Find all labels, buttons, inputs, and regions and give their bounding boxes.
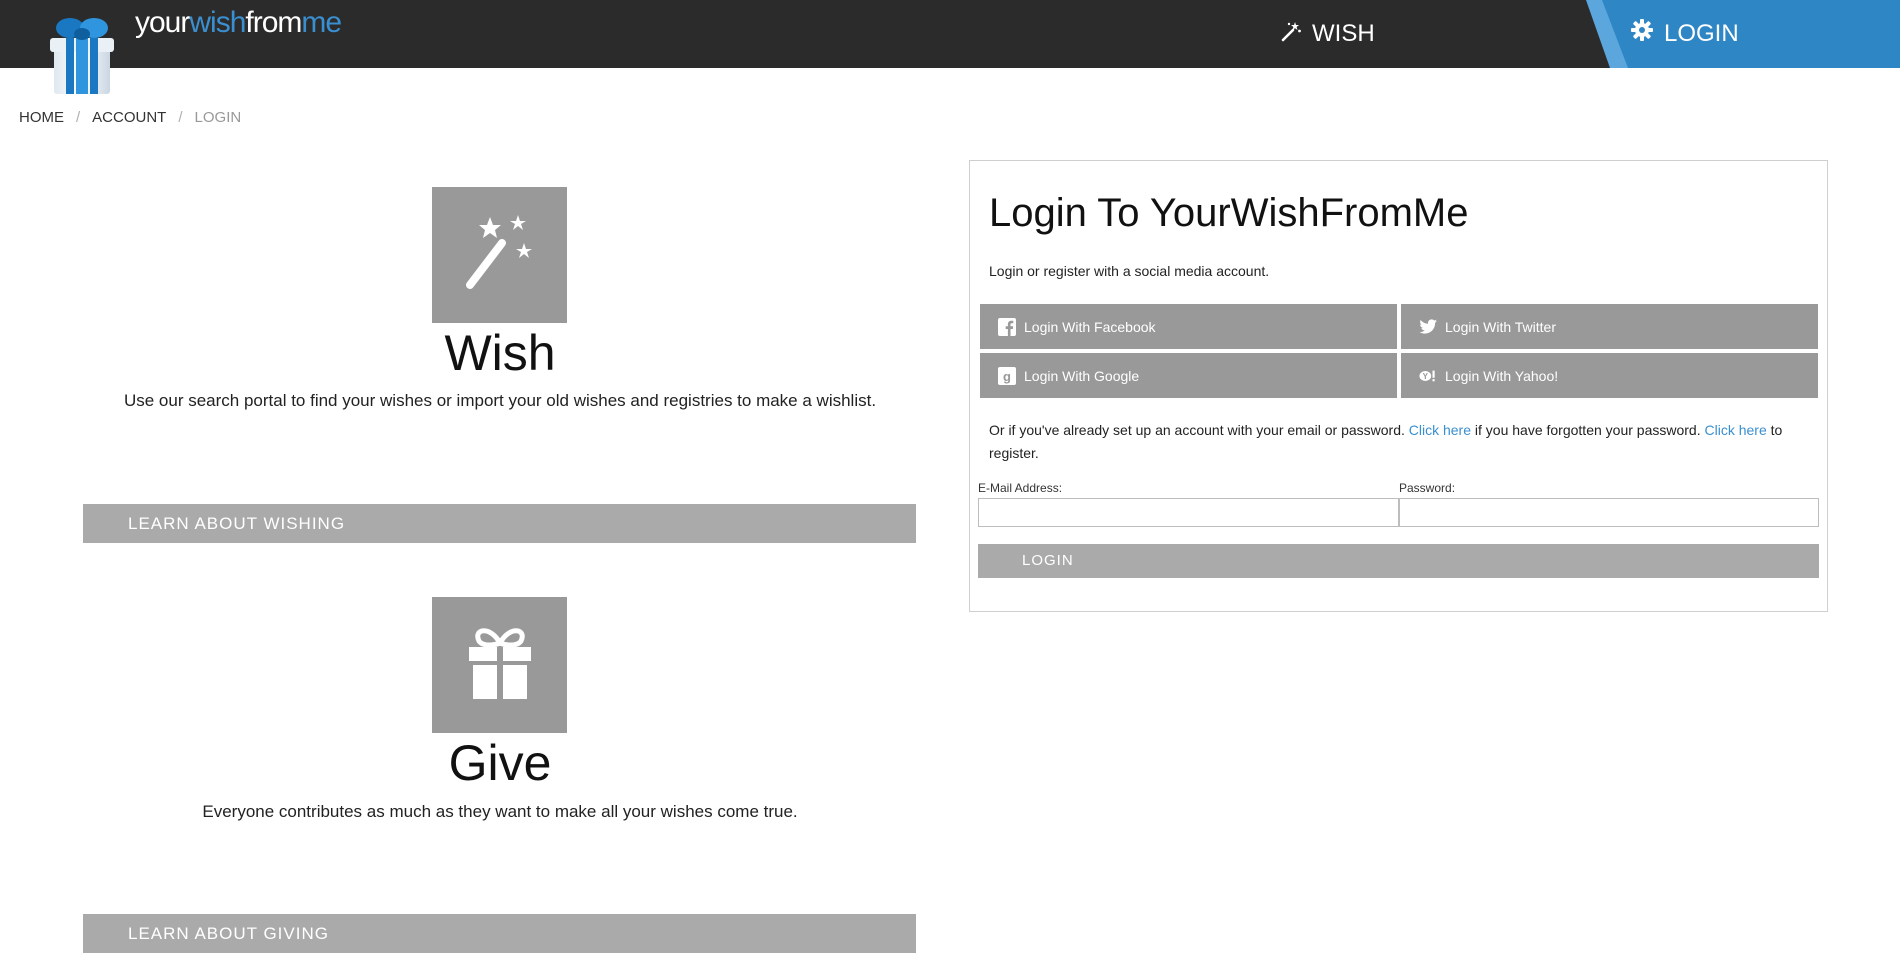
brand-part-your: your [135, 6, 190, 39]
brand-part-me: me [301, 6, 342, 39]
twitter-icon [1419, 318, 1437, 336]
login-google-button[interactable]: g Login With Google [980, 353, 1397, 398]
nav-login-link[interactable]: LOGIN [1586, 0, 1900, 68]
nav-wish-label: WISH [1312, 20, 1375, 47]
info-text-part1: Or if you've already set up an account w… [989, 422, 1409, 438]
breadcrumb-home[interactable]: HOME [19, 109, 64, 126]
login-info-text: Or if you've already set up an account w… [989, 419, 1809, 465]
wish-feature-description: Use our search portal to find your wishe… [123, 391, 877, 410]
brand-part-wish: wish [189, 6, 246, 39]
login-google-label: Login With Google [1024, 367, 1140, 384]
learn-about-wishing-button[interactable]: LEARN ABOUT WISHING [83, 504, 916, 543]
breadcrumb: HOME / ACCOUNT / LOGIN [19, 109, 241, 126]
wish-feature-icon-tile [432, 187, 567, 323]
magic-wand-icon [1280, 20, 1302, 49]
login-twitter-button[interactable]: Login With Twitter [1401, 304, 1818, 349]
breadcrumb-account[interactable]: ACCOUNT [92, 109, 166, 126]
gear-icon [1630, 18, 1654, 49]
register-link[interactable]: Click here [1704, 422, 1766, 438]
login-yahoo-label: Login With Yahoo! [1445, 367, 1559, 384]
site-brand-logo-text[interactable]: yourwishfromme [135, 6, 342, 40]
svg-text:g: g [1003, 369, 1011, 384]
svg-text:Y: Y [1423, 372, 1429, 381]
login-facebook-label: Login With Facebook [1024, 318, 1156, 335]
gift-icon [465, 623, 535, 708]
google-icon: g [998, 366, 1016, 385]
login-panel: Login To YourWishFromMe Login or registe… [969, 160, 1828, 612]
info-text-part2: if you have forgotten your password. [1471, 422, 1705, 438]
yahoo-icon: Y [1419, 367, 1437, 385]
gift-logo-icon[interactable] [48, 12, 116, 98]
learn-about-giving-button[interactable]: LEARN ABOUT GIVING [83, 914, 916, 953]
password-field-label: Password: [1399, 481, 1456, 495]
give-feature-title: Give [448, 735, 552, 791]
password-field[interactable] [1399, 498, 1819, 527]
login-submit-button[interactable]: LOGIN [978, 544, 1819, 578]
breadcrumb-separator: / [76, 109, 81, 126]
login-yahoo-button[interactable]: Y Login With Yahoo! [1401, 353, 1818, 398]
brand-part-from: from [245, 6, 302, 39]
login-facebook-button[interactable]: Login With Facebook [980, 304, 1397, 349]
forgot-password-link[interactable]: Click here [1409, 422, 1471, 438]
magic-wand-icon [460, 213, 540, 298]
login-panel-subtitle: Login or register with a social media ac… [989, 263, 1270, 279]
login-twitter-label: Login With Twitter [1445, 318, 1557, 335]
nav-wish-link[interactable]: WISH [1280, 18, 1375, 50]
login-panel-title: Login To YourWishFromMe [989, 191, 1469, 235]
email-field-label: E-Mail Address: [978, 481, 1063, 495]
nav-login-label: LOGIN [1664, 19, 1739, 47]
give-feature-icon-tile [432, 597, 567, 733]
give-feature-description: Everyone contributes as much as they wan… [202, 802, 798, 821]
facebook-icon [998, 317, 1016, 336]
breadcrumb-current: LOGIN [194, 109, 242, 126]
top-navigation-bar: yourwishfromme WISH LOGIN [0, 0, 1900, 68]
wish-feature-title: Wish [444, 325, 556, 381]
email-field[interactable] [978, 498, 1399, 527]
breadcrumb-separator: / [178, 109, 183, 126]
